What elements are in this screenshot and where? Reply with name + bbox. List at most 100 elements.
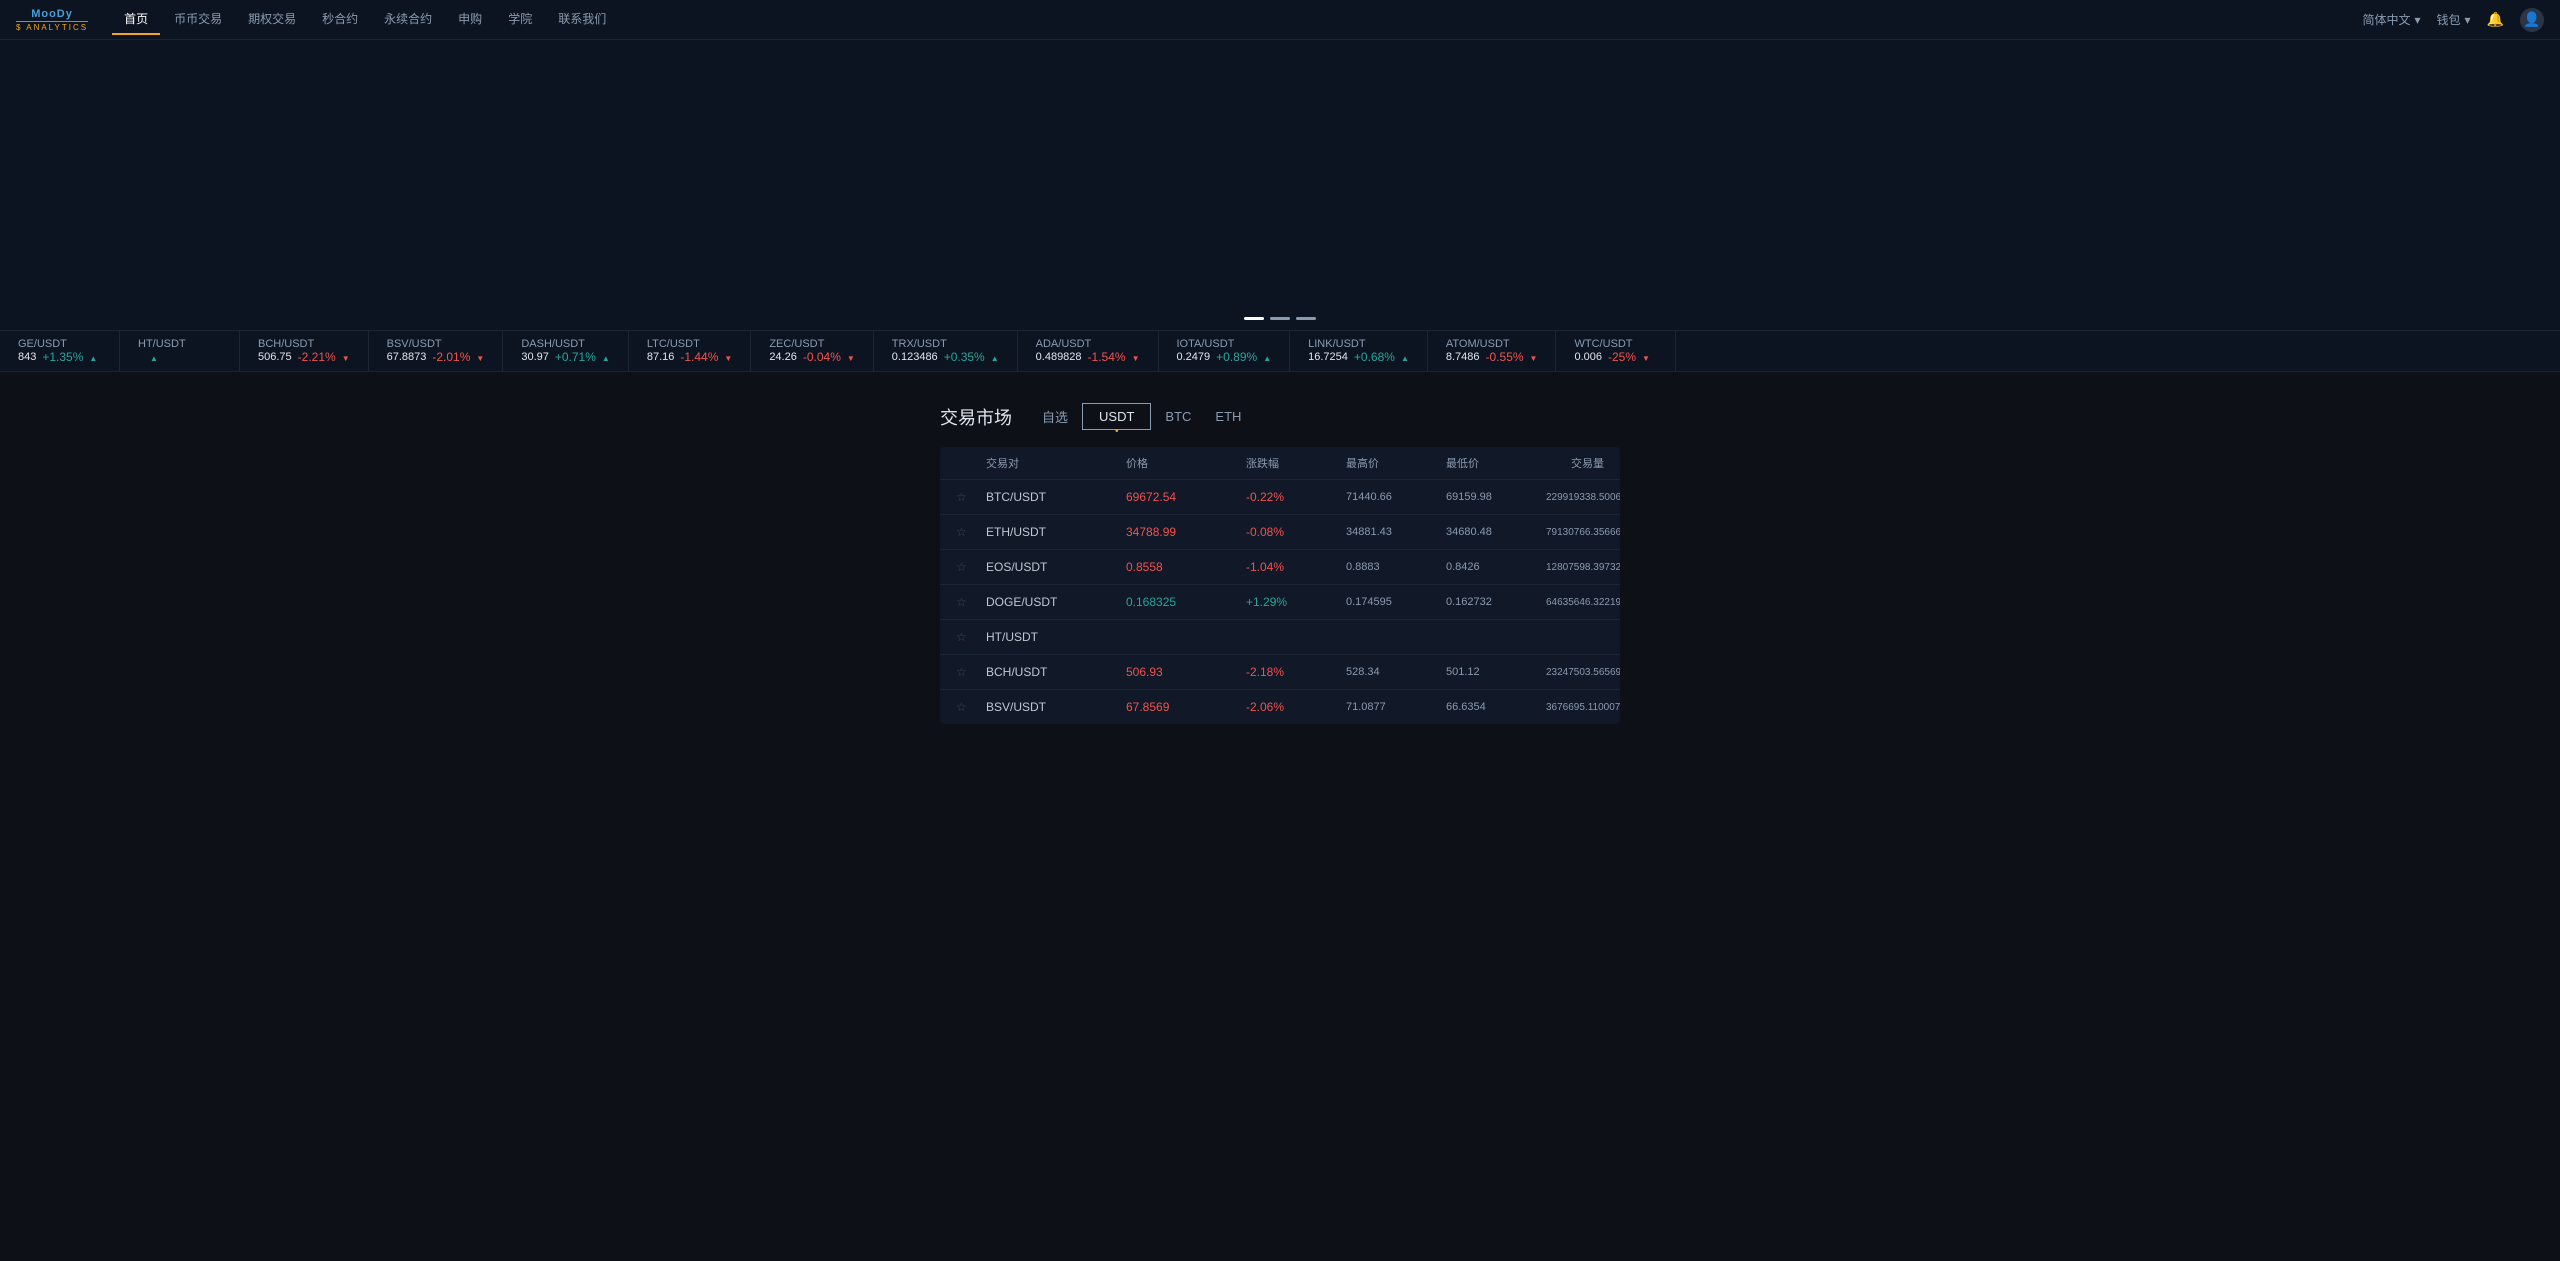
ticker-change: +0.71% (555, 350, 596, 364)
up-arrow-icon (991, 350, 999, 364)
ticker-row: 0.489828 -1.54% (1036, 350, 1140, 364)
volume: 23247503.565695982 (1546, 667, 1620, 678)
price: 69672.54 (1126, 490, 1246, 504)
nav-right: 简体中文 ▾ 钱包 ▾ 🔔 👤 (2362, 8, 2544, 32)
volume: 12807598.3973275 (1546, 562, 1620, 573)
low-price: 34680.48 (1446, 526, 1546, 538)
tab-usdt[interactable]: USDT (1082, 403, 1151, 430)
tab-btc[interactable]: BTC (1155, 404, 1201, 429)
wallet-button[interactable]: 钱包 ▾ (2437, 11, 2471, 28)
nav-item-perpetual[interactable]: 永续合约 (372, 4, 444, 35)
table-row[interactable]: ☆ BCH/USDT 506.93 -2.18% 528.34 501.12 2… (940, 655, 1620, 690)
nav-item-subscribe[interactable]: 申购 (446, 4, 494, 35)
table-row[interactable]: ☆ HT/USDT (940, 620, 1620, 655)
nav-item-spot[interactable]: 币币交易 (162, 4, 234, 35)
ticker-item[interactable]: IOTA/USDT 0.2479 +0.89% (1159, 331, 1291, 371)
change: -2.18% (1246, 665, 1346, 679)
pair-name: HT/USDT (986, 630, 1126, 644)
ticker-inner: GE/USDT 843 +1.35% HT/USDT BCH/USDT 506.… (0, 331, 1676, 371)
low-price: 66.6354 (1446, 701, 1546, 713)
lang-button[interactable]: 简体中文 ▾ (2362, 11, 2420, 28)
ticker-row: 506.75 -2.21% (258, 350, 350, 364)
bell-icon[interactable]: 🔔 (2487, 11, 2504, 28)
ticker-pair: BSV/USDT (387, 338, 485, 350)
table-row[interactable]: ☆ BTC/USDT 69672.54 -0.22% 71440.66 6915… (940, 480, 1620, 515)
ticker-price: 0.2479 (1177, 351, 1211, 363)
down-arrow-icon (1530, 350, 1538, 364)
ticker-price: 843 (18, 351, 36, 363)
table-row[interactable]: ☆ ETH/USDT 34788.99 -0.08% 34881.43 3468… (940, 515, 1620, 550)
nav-item-contact[interactable]: 联系我们 (546, 4, 618, 35)
ticker-change: -0.04% (803, 350, 841, 364)
high-price: 71.0877 (1346, 701, 1446, 713)
col-price: 价格 (1126, 455, 1246, 471)
ticker-pair: ZEC/USDT (769, 338, 854, 350)
nav-item-options[interactable]: 期权交易 (236, 4, 308, 35)
ticker-item[interactable]: BSV/USDT 67.8873 -2.01% (369, 331, 504, 371)
low-price: 0.8426 (1446, 561, 1546, 573)
ticker-item[interactable]: DASH/USDT 30.97 +0.71% (503, 331, 629, 371)
col-star (956, 455, 986, 471)
table-row[interactable]: ☆ DOGE/USDT 0.168325 +1.29% 0.174595 0.1… (940, 585, 1620, 620)
ticker-change: +1.35% (42, 350, 83, 364)
market-header: 交易市场 自选 USDT BTC ETH (940, 402, 1620, 431)
ticker-pair: IOTA/USDT (1177, 338, 1272, 350)
tab-favorites[interactable]: 自选 (1032, 402, 1078, 431)
star-icon[interactable]: ☆ (956, 525, 986, 539)
ticker-item[interactable]: WTC/USDT 0.006 -25% (1556, 331, 1676, 371)
price: 0.8558 (1126, 560, 1246, 574)
high-price: 34881.43 (1346, 526, 1446, 538)
ticker-row: 67.8873 -2.01% (387, 350, 485, 364)
avatar[interactable]: 👤 (2520, 8, 2544, 32)
ticker-item[interactable]: ZEC/USDT 24.26 -0.04% (751, 331, 873, 371)
ticker-pair: LTC/USDT (647, 338, 732, 350)
logo[interactable]: MooDy $ ANALYTICS (16, 8, 88, 32)
banner-dots (1244, 317, 1316, 320)
banner (0, 40, 2560, 330)
price: 506.93 (1126, 665, 1246, 679)
nav-item-academy[interactable]: 学院 (496, 4, 544, 35)
ticker-pair: ATOM/USDT (1446, 338, 1538, 350)
ticker-item[interactable]: GE/USDT 843 +1.35% (0, 331, 120, 371)
ticker-price: 8.7486 (1446, 351, 1480, 363)
ticker-pair: GE/USDT (18, 338, 101, 350)
star-icon[interactable]: ☆ (956, 595, 986, 609)
up-arrow-icon (150, 350, 158, 364)
star-icon[interactable]: ☆ (956, 490, 986, 504)
change: -2.06% (1246, 700, 1346, 714)
table-body: ☆ BTC/USDT 69672.54 -0.22% 71440.66 6915… (940, 480, 1620, 724)
ticker-item[interactable]: ADA/USDT 0.489828 -1.54% (1018, 331, 1159, 371)
ticker-item[interactable]: ATOM/USDT 8.7486 -0.55% (1428, 331, 1557, 371)
navbar: MooDy $ ANALYTICS 首页 币币交易 期权交易 秒合约 永续合约 … (0, 0, 2560, 40)
high-price: 0.174595 (1346, 596, 1446, 608)
star-icon[interactable]: ☆ (956, 665, 986, 679)
ticker-price: 0.123486 (892, 351, 938, 363)
star-icon[interactable]: ☆ (956, 560, 986, 574)
down-arrow-icon (1642, 350, 1650, 364)
star-icon[interactable]: ☆ (956, 700, 986, 714)
table-row[interactable]: ☆ BSV/USDT 67.8569 -2.06% 71.0877 66.635… (940, 690, 1620, 724)
ticker-price: 0.006 (1574, 351, 1602, 363)
nav-item-seconds[interactable]: 秒合约 (310, 4, 370, 35)
ticker-item[interactable]: TRX/USDT 0.123486 +0.35% (874, 331, 1018, 371)
ticker-item[interactable]: HT/USDT (120, 331, 240, 371)
banner-dot-1[interactable] (1244, 317, 1264, 320)
table-row[interactable]: ☆ EOS/USDT 0.8558 -1.04% 0.8883 0.8426 1… (940, 550, 1620, 585)
star-icon[interactable]: ☆ (956, 630, 986, 644)
down-arrow-icon (724, 350, 732, 364)
nav-item-home[interactable]: 首页 (112, 4, 160, 35)
change: -0.22% (1246, 490, 1346, 504)
banner-dot-2[interactable] (1270, 317, 1290, 320)
tab-eth[interactable]: ETH (1205, 404, 1251, 429)
ticker-item[interactable]: LINK/USDT 16.7254 +0.68% (1290, 331, 1428, 371)
ticker-row: 0.006 -25% (1574, 350, 1657, 364)
market-title: 交易市场 (940, 404, 1012, 430)
ticker-item[interactable]: BCH/USDT 506.75 -2.21% (240, 331, 369, 371)
volume: 229919338.50064993 (1546, 492, 1620, 503)
chevron-down-icon: ▾ (2465, 13, 2471, 27)
banner-dot-3[interactable] (1296, 317, 1316, 320)
ticker-item[interactable]: LTC/USDT 87.16 -1.44% (629, 331, 751, 371)
table-header: 交易对 价格 涨跌幅 最高价 最低价 交易量 (940, 447, 1620, 480)
logo-bottom: $ ANALYTICS (16, 23, 88, 32)
ticker-price: 24.26 (769, 351, 797, 363)
